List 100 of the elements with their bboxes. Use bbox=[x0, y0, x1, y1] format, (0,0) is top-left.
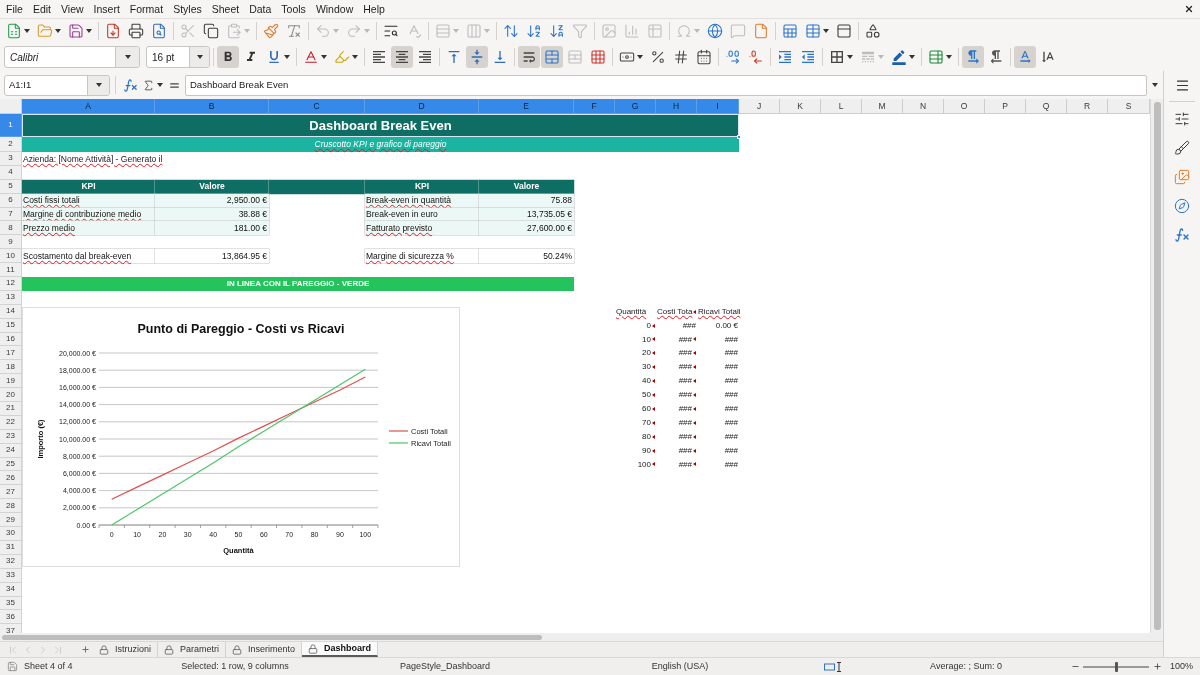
lock-icon bbox=[99, 644, 109, 655]
column-header[interactable]: I bbox=[697, 99, 739, 114]
column-header[interactable]: P bbox=[985, 99, 1026, 114]
caret-icon bbox=[878, 55, 884, 59]
window-icon bbox=[836, 23, 852, 39]
menu-item[interactable]: Window bbox=[310, 3, 359, 15]
align-top-icon bbox=[446, 49, 462, 65]
column-header[interactable]: S bbox=[1108, 99, 1150, 114]
caret-icon bbox=[95, 83, 102, 87]
sheet-tab[interactable]: Dashboard bbox=[302, 642, 379, 657]
value-cell: 13,735.05 € bbox=[479, 207, 574, 222]
zoom-in-button[interactable] bbox=[1152, 660, 1162, 673]
paintbrush-icon bbox=[263, 23, 279, 39]
row-header[interactable]: 9 bbox=[0, 235, 22, 250]
font-name-dropdown[interactable] bbox=[115, 47, 139, 67]
name-box[interactable]: A1:I1 bbox=[4, 74, 110, 96]
row-header[interactable]: 19 bbox=[0, 374, 22, 389]
bold-button[interactable] bbox=[217, 46, 239, 68]
font-name-field[interactable]: Calibri bbox=[4, 46, 140, 68]
zoom-slider-thumb[interactable] bbox=[1114, 661, 1118, 672]
pilcrow-arrow-right-icon bbox=[965, 49, 981, 65]
caret-icon bbox=[1152, 83, 1158, 87]
name-box-dropdown[interactable] bbox=[87, 75, 109, 95]
row-header[interactable]: 2 bbox=[0, 137, 22, 152]
column-heading: Costi Tota bbox=[657, 305, 697, 318]
row-header[interactable]: 28 bbox=[0, 499, 22, 514]
menu-item[interactable]: Data bbox=[244, 3, 277, 15]
menu-item[interactable]: View bbox=[56, 3, 89, 15]
menu-item[interactable]: Tools bbox=[276, 3, 311, 15]
column-header[interactable]: O bbox=[944, 99, 985, 114]
row-header[interactable]: 27 bbox=[0, 485, 22, 500]
column-header[interactable]: D bbox=[365, 99, 479, 114]
cell-text: ### bbox=[678, 430, 696, 443]
row-header[interactable]: 36 bbox=[0, 610, 22, 625]
merge-center-button[interactable] bbox=[541, 46, 563, 68]
redo-icon bbox=[346, 23, 362, 39]
label-cell: Break-even in quantità bbox=[365, 193, 479, 208]
column-header[interactable]: F bbox=[574, 99, 615, 114]
value-cell: 27,600.00 € bbox=[479, 221, 574, 236]
row-header[interactable]: 17 bbox=[0, 346, 22, 361]
column-header[interactable]: G bbox=[615, 99, 656, 114]
chevron-bar-right-icon bbox=[52, 643, 64, 656]
row-header[interactable]: 30 bbox=[0, 527, 22, 541]
horizontal-scrollbar[interactable] bbox=[0, 633, 1163, 641]
row-header[interactable]: 21 bbox=[0, 402, 22, 416]
scrollbar-thumb[interactable] bbox=[2, 634, 542, 640]
wrap-text-button[interactable] bbox=[518, 46, 540, 68]
caret-icon bbox=[637, 55, 643, 59]
chart-title: Punto di Pareggio - Costi vs Ricavi bbox=[137, 322, 345, 336]
page-style: PageStyle_Dashboard bbox=[399, 659, 491, 673]
align-middle-button[interactable] bbox=[466, 46, 488, 68]
cell-text: 10 bbox=[642, 333, 655, 346]
menu-item[interactable]: Insert bbox=[88, 3, 125, 15]
font-size-dropdown[interactable] bbox=[189, 47, 209, 67]
formula-input[interactable]: Dashboard Break Even bbox=[185, 74, 1147, 96]
decimal-arrow-right-icon bbox=[725, 49, 741, 65]
menu-item[interactable]: Styles bbox=[168, 3, 207, 15]
row-header[interactable]: 8 bbox=[0, 221, 22, 236]
align-bottom-icon bbox=[492, 49, 508, 65]
sheet-position: Sheet 4 of 4 bbox=[24, 659, 73, 673]
caret-icon bbox=[453, 29, 459, 33]
cell-text: ### bbox=[678, 416, 696, 429]
row-header[interactable]: 12 bbox=[0, 277, 22, 291]
menu-item[interactable]: Help bbox=[358, 3, 390, 15]
row-header[interactable]: 18 bbox=[0, 360, 22, 375]
column-header[interactable]: L bbox=[821, 99, 862, 114]
clear-formatting-icon bbox=[286, 23, 302, 39]
column-header[interactable]: R bbox=[1067, 99, 1108, 114]
font-size-field[interactable]: 16 pt bbox=[146, 46, 210, 68]
text-horizontal-button[interactable] bbox=[1014, 46, 1036, 68]
row-header[interactable]: 29 bbox=[0, 513, 22, 528]
table-icon bbox=[647, 23, 663, 39]
row-header[interactable]: 26 bbox=[0, 471, 22, 486]
column-header[interactable]: E bbox=[479, 99, 574, 114]
column-header[interactable]: B bbox=[155, 99, 269, 114]
column-header[interactable]: H bbox=[656, 99, 697, 114]
page-icon bbox=[753, 23, 769, 39]
column-header[interactable]: C bbox=[269, 99, 365, 114]
cell-text: ### bbox=[678, 361, 696, 374]
column-header[interactable]: J bbox=[739, 99, 780, 114]
column-header[interactable]: M bbox=[862, 99, 903, 114]
row-header[interactable]: 1 bbox=[0, 114, 22, 137]
menu-item[interactable]: Sheet bbox=[206, 3, 245, 15]
menu-item[interactable]: Format bbox=[124, 3, 169, 15]
column-header[interactable]: A bbox=[22, 99, 155, 114]
fill-handle-icon[interactable] bbox=[737, 135, 741, 139]
menu-item[interactable]: File bbox=[1, 3, 28, 15]
row-header[interactable]: 11 bbox=[0, 263, 22, 277]
column-header[interactable]: Q bbox=[1026, 99, 1067, 114]
row-header[interactable]: 10 bbox=[0, 249, 22, 264]
filter-icon bbox=[572, 23, 588, 39]
speech-bubble-icon bbox=[730, 23, 746, 39]
sort-ascending-icon bbox=[526, 23, 542, 39]
menu-item[interactable]: Edit bbox=[27, 3, 56, 15]
left-to-right-button[interactable] bbox=[962, 46, 984, 68]
column-header[interactable]: N bbox=[903, 99, 944, 114]
row-header[interactable]: 20 bbox=[0, 388, 22, 403]
column-header[interactable]: K bbox=[780, 99, 821, 114]
align-center-button[interactable] bbox=[391, 46, 413, 68]
row-header[interactable]: 3 bbox=[0, 152, 22, 166]
